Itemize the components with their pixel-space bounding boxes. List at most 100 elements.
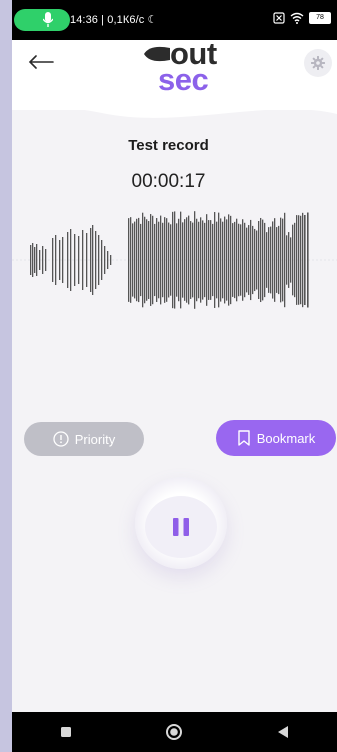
waveform-bar bbox=[284, 212, 286, 308]
battery-indicator: 78 bbox=[309, 12, 331, 24]
waveform-bar bbox=[280, 217, 282, 303]
waveform-bar bbox=[82, 230, 84, 290]
waveform-bar bbox=[158, 221, 160, 299]
bookmark-label: Bookmark bbox=[256, 430, 316, 446]
gear-icon bbox=[311, 56, 325, 70]
waveform-bar bbox=[138, 217, 140, 303]
waveform-bar bbox=[298, 215, 300, 305]
waveform-bar bbox=[30, 245, 32, 275]
waveform-bar bbox=[212, 223, 214, 297]
header-curve bbox=[12, 92, 337, 118]
waveform-bar bbox=[168, 222, 170, 298]
waveform-bar bbox=[154, 223, 156, 297]
waveform-bar bbox=[62, 237, 64, 283]
waveform-bar bbox=[150, 214, 152, 306]
waveform-bar bbox=[130, 217, 132, 303]
waveform-bar bbox=[218, 212, 220, 308]
waveform-bar bbox=[292, 224, 294, 296]
waveform-bar bbox=[186, 217, 188, 303]
waveform-bar bbox=[278, 225, 280, 295]
nav-back-button[interactable] bbox=[263, 712, 303, 752]
waveform-bar bbox=[39, 250, 41, 270]
waveform-bar bbox=[244, 222, 246, 298]
waveform-bar bbox=[45, 249, 47, 271]
waveform-bar bbox=[146, 219, 148, 301]
waveform-bar bbox=[304, 215, 306, 305]
waveform-bar bbox=[67, 232, 69, 288]
waveform-bar bbox=[276, 227, 278, 293]
settings-button[interactable] bbox=[304, 49, 332, 77]
waveform-bar bbox=[272, 221, 274, 299]
exclamation-circle-icon bbox=[53, 431, 69, 447]
waveform-bar bbox=[110, 255, 112, 265]
arrow-left-icon bbox=[28, 55, 54, 69]
waveform-bar bbox=[250, 219, 252, 301]
waveform-bar bbox=[176, 223, 178, 297]
waveform-bar bbox=[200, 217, 202, 303]
microphone-icon bbox=[43, 12, 53, 27]
waveform-bar bbox=[152, 215, 154, 305]
waveform-bar bbox=[270, 226, 272, 294]
waveform-bar bbox=[220, 218, 222, 302]
waveform-bar bbox=[238, 223, 240, 297]
waveform-bar bbox=[74, 234, 76, 286]
waveform-bar bbox=[55, 235, 57, 285]
waveform-bar bbox=[204, 222, 206, 298]
waveform-bar bbox=[42, 246, 44, 274]
waveform-bar bbox=[222, 221, 224, 299]
waveform-bar bbox=[52, 238, 54, 282]
waveform-bar bbox=[300, 215, 302, 305]
status-icons: 78 bbox=[273, 12, 331, 24]
waveform-bar bbox=[288, 232, 290, 288]
waveform-bar bbox=[246, 227, 248, 293]
waveform-bar bbox=[95, 231, 97, 289]
waveform-bar bbox=[230, 215, 232, 305]
waveform-bar bbox=[252, 225, 254, 295]
pause-button[interactable] bbox=[145, 496, 217, 558]
waveform-bar bbox=[196, 218, 198, 302]
nav-recents-button[interactable] bbox=[46, 712, 86, 752]
audio-waveform bbox=[12, 211, 337, 309]
waveform-bar bbox=[148, 221, 150, 299]
waveform-bar bbox=[170, 224, 172, 296]
waveform-bar bbox=[164, 217, 166, 303]
waveform-bar bbox=[140, 223, 142, 297]
waveform-bar bbox=[254, 228, 256, 292]
status-time-speed: 14:36 | 0,1К6/с ☾ bbox=[70, 14, 158, 26]
bookmark-button[interactable]: Bookmark bbox=[216, 420, 336, 456]
square-icon bbox=[61, 727, 72, 737]
waveform-bar bbox=[192, 222, 194, 298]
waveform-bar bbox=[174, 211, 176, 309]
waveform-bar bbox=[282, 218, 284, 302]
waveform-bar bbox=[166, 218, 168, 302]
back-button[interactable] bbox=[26, 50, 56, 74]
circle-icon bbox=[166, 724, 183, 740]
waveform-bar bbox=[162, 222, 164, 298]
waveform-bar bbox=[78, 236, 80, 284]
waveform-bar bbox=[136, 218, 138, 302]
waveform-bar bbox=[182, 222, 184, 298]
waveform-bar bbox=[302, 212, 304, 308]
waveform-bar bbox=[132, 223, 134, 297]
waveform-bar bbox=[190, 221, 192, 299]
waveform-bar bbox=[236, 218, 238, 302]
priority-button[interactable]: Priority bbox=[24, 422, 144, 456]
priority-label: Priority bbox=[74, 431, 116, 447]
waveform-bar bbox=[274, 218, 276, 302]
waveform-bar bbox=[268, 227, 270, 293]
outsec-logo: out sec bbox=[140, 36, 224, 97]
waveform-bar bbox=[101, 240, 103, 280]
sim-off-icon bbox=[273, 12, 285, 24]
waveform-bar bbox=[70, 229, 72, 291]
waveform-bar bbox=[188, 215, 190, 305]
waveform-bar bbox=[224, 216, 226, 304]
logo-mark-icon bbox=[144, 46, 170, 62]
waveform-bar bbox=[256, 230, 258, 290]
waveform-bar bbox=[262, 219, 264, 301]
waveform-bar bbox=[178, 218, 180, 302]
waveform-bar bbox=[290, 237, 292, 283]
nav-home-button[interactable] bbox=[154, 712, 194, 752]
waveform-bar bbox=[232, 223, 234, 297]
waveform-bar bbox=[242, 219, 244, 301]
waveform-bar bbox=[92, 225, 94, 295]
